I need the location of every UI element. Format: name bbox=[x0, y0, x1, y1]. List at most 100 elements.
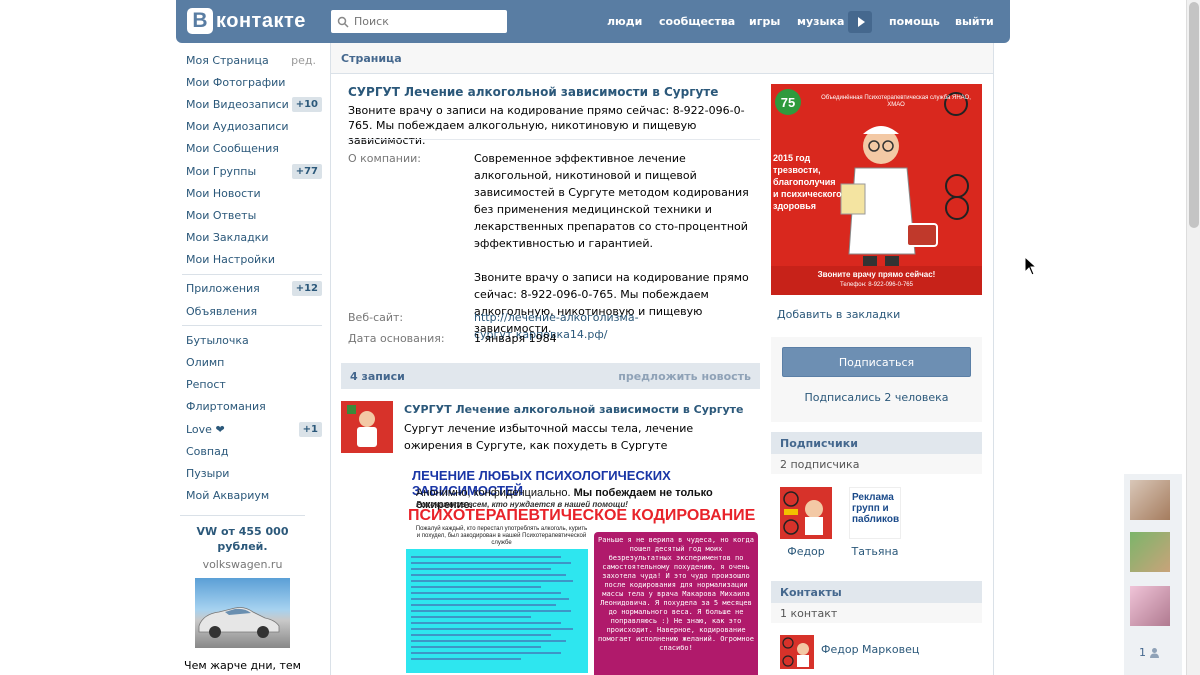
nav-games[interactable]: игры bbox=[749, 0, 780, 43]
avatar-image-icon bbox=[780, 635, 814, 669]
menu-ads[interactable]: Объявления bbox=[176, 300, 322, 322]
car-icon bbox=[198, 607, 280, 638]
ad-text: Чем жарче дни, тем bbox=[184, 659, 301, 672]
menu-label: Мои Видеозаписи bbox=[186, 97, 289, 111]
menu-my-groups[interactable]: Мои Группы +77 bbox=[176, 160, 322, 182]
menu-label: Мои Закладки bbox=[186, 231, 269, 245]
subscriber-name[interactable]: Татьяна bbox=[848, 545, 902, 558]
nav-help[interactable]: помощь bbox=[889, 0, 940, 43]
search-input[interactable] bbox=[354, 15, 504, 28]
menu-app-item[interactable]: Олимп bbox=[176, 351, 322, 373]
menu-app-item[interactable]: Флиртомания bbox=[176, 396, 322, 418]
subscribers-header[interactable]: Подписчики bbox=[771, 432, 982, 454]
image-title: ПСИХОТЕРАПЕВТИЧЕСКОЕ КОДИРОВАНИЕ bbox=[408, 507, 756, 524]
post-avatar[interactable] bbox=[341, 401, 393, 453]
menu-app-item[interactable]: Совпад bbox=[176, 440, 322, 462]
play-icon[interactable] bbox=[848, 11, 872, 33]
image-small-text: Пожалуй каждый, кто перестал употреблять… bbox=[415, 526, 588, 546]
menu-my-videos[interactable]: Мои Видеозаписи +10 bbox=[176, 93, 322, 115]
about-gap bbox=[474, 252, 762, 269]
founded-value: 1 января 1984 bbox=[474, 332, 557, 345]
add-bookmark-link[interactable]: Добавить в закладки bbox=[777, 308, 900, 321]
subscribe-button[interactable]: Подписаться bbox=[782, 347, 971, 377]
subscriber-avatar[interactable] bbox=[780, 487, 832, 539]
page-scrollbar[interactable] bbox=[1186, 0, 1200, 675]
top-header: В контакте люди сообщества игры музыка п… bbox=[176, 0, 1010, 43]
menu-app-item[interactable]: Мой Аквариум bbox=[176, 485, 322, 507]
menu-my-bookmarks[interactable]: Мои Закладки bbox=[176, 227, 322, 249]
count-badge[interactable]: +12 bbox=[291, 281, 322, 297]
menu-my-messages[interactable]: Мои Сообщения bbox=[176, 138, 322, 160]
ad-title[interactable]: VW от 455 000 рублей. bbox=[180, 524, 305, 554]
menu-my-page[interactable]: Моя Страница ред. bbox=[176, 49, 322, 71]
count-badge[interactable]: +10 bbox=[291, 96, 322, 112]
user-icon bbox=[1150, 648, 1159, 658]
nav-communities[interactable]: сообщества bbox=[659, 0, 735, 43]
poster-org: Объединённая Психотерапевтическая служба… bbox=[821, 95, 971, 108]
ad-divider bbox=[180, 515, 305, 516]
menu-app-item[interactable]: Пузыри bbox=[176, 462, 322, 484]
image-cyan-panel bbox=[406, 549, 588, 673]
menu-label: Love ❤ bbox=[186, 422, 225, 436]
subscriber-item[interactable]: Реклама групп и пабликов Татьяна bbox=[848, 487, 902, 558]
friends-count[interactable]: 1 bbox=[1139, 646, 1160, 659]
scrollbar-thumb[interactable] bbox=[1189, 2, 1199, 228]
doctor-icon bbox=[341, 401, 393, 453]
main-title-bar: Страница bbox=[331, 43, 993, 74]
menu-my-news[interactable]: Мои Новости bbox=[176, 182, 322, 204]
mouse-cursor-icon bbox=[1024, 256, 1038, 276]
menu-divider bbox=[182, 273, 322, 275]
friends-online-panel: 1 bbox=[1124, 474, 1182, 675]
page-poster[interactable]: 75 Объединённая Психотерапевтическая слу… bbox=[771, 84, 982, 295]
count-badge[interactable]: +77 bbox=[291, 163, 322, 179]
nav-people[interactable]: люди bbox=[607, 0, 642, 43]
divider bbox=[347, 139, 760, 140]
poster-phone: Телефон: 8-922-096-0-765 bbox=[840, 282, 913, 288]
menu-my-audio[interactable]: Мои Аудиозаписи bbox=[176, 116, 322, 138]
menu-label: Мои Аудиозаписи bbox=[186, 120, 289, 134]
page-title: СУРГУТ Лечение алкогольной зависимости в… bbox=[348, 85, 719, 99]
friend-avatar[interactable] bbox=[1130, 532, 1170, 572]
search-box[interactable] bbox=[331, 10, 507, 33]
contact-name[interactable]: Федор Марковец bbox=[821, 643, 919, 656]
avatar-text: Реклама групп и пабликов bbox=[852, 492, 900, 525]
founded-label: Дата основания: bbox=[348, 332, 445, 345]
contact-avatar[interactable] bbox=[780, 635, 814, 669]
ad-image[interactable] bbox=[195, 578, 290, 648]
menu-my-photos[interactable]: Мои Фотографии bbox=[176, 71, 322, 93]
image-subheading-a: Анонимно, конфиденциально. bbox=[416, 487, 571, 499]
post-image[interactable]: ЛЕЧЕНИЕ ЛЮБЫХ ПСИХОЛОГИЧЕСКИХ ЗАВИСИМОСТ… bbox=[404, 463, 760, 675]
contacts-count: 1 контакт bbox=[771, 603, 982, 623]
menu-label: Мой Аквариум bbox=[186, 489, 270, 503]
subscriber-avatar[interactable]: Реклама групп и пабликов bbox=[849, 487, 901, 539]
post-author[interactable]: СУРГУТ Лечение алкогольной зависимости в… bbox=[404, 403, 744, 416]
menu-my-answers[interactable]: Мои Ответы bbox=[176, 204, 322, 226]
friend-avatar[interactable] bbox=[1130, 480, 1170, 520]
ad-block[interactable]: VW от 455 000 рублей. volkswagen.ru Чем … bbox=[180, 515, 305, 672]
count-badge[interactable]: +1 bbox=[298, 421, 322, 437]
vk-logo[interactable]: В контакте bbox=[187, 6, 306, 36]
menu-apps[interactable]: Приложения +12 bbox=[176, 278, 322, 300]
menu-label: Мои Настройки bbox=[186, 253, 275, 267]
contacts-header[interactable]: Контакты bbox=[771, 581, 982, 603]
subscribe-panel: Подписаться Подписались 2 человека bbox=[771, 337, 982, 422]
edit-link[interactable]: ред. bbox=[291, 54, 322, 67]
menu-app-item[interactable]: Бутылочка bbox=[176, 329, 322, 351]
menu-my-settings[interactable]: Мои Настройки bbox=[176, 249, 322, 271]
menu-label: Репост bbox=[186, 378, 226, 392]
nav-music[interactable]: музыка bbox=[797, 0, 844, 43]
menu-label: Мои Фотографии bbox=[186, 75, 286, 89]
friend-avatar[interactable] bbox=[1130, 586, 1170, 626]
page-status: Звоните врачу о записи на кодирование пр… bbox=[348, 104, 745, 147]
nav-logout[interactable]: выйти bbox=[955, 0, 994, 43]
subscriber-item[interactable]: Федор bbox=[779, 487, 833, 558]
subscribed-count[interactable]: Подписались 2 человека bbox=[771, 391, 982, 404]
subscriber-name[interactable]: Федор bbox=[779, 545, 833, 558]
menu-app-item[interactable]: Репост bbox=[176, 374, 322, 396]
ad-domain[interactable]: volkswagen.ru bbox=[180, 558, 305, 571]
left-menu: Моя Страница ред. Мои Фотографии Мои Виде… bbox=[176, 49, 322, 507]
menu-app-item[interactable]: Love ❤ +1 bbox=[176, 418, 322, 440]
posts-count[interactable]: 4 записи bbox=[350, 370, 405, 383]
menu-label: Объявления bbox=[186, 304, 258, 318]
suggest-news-link[interactable]: предложить новость bbox=[618, 370, 751, 383]
